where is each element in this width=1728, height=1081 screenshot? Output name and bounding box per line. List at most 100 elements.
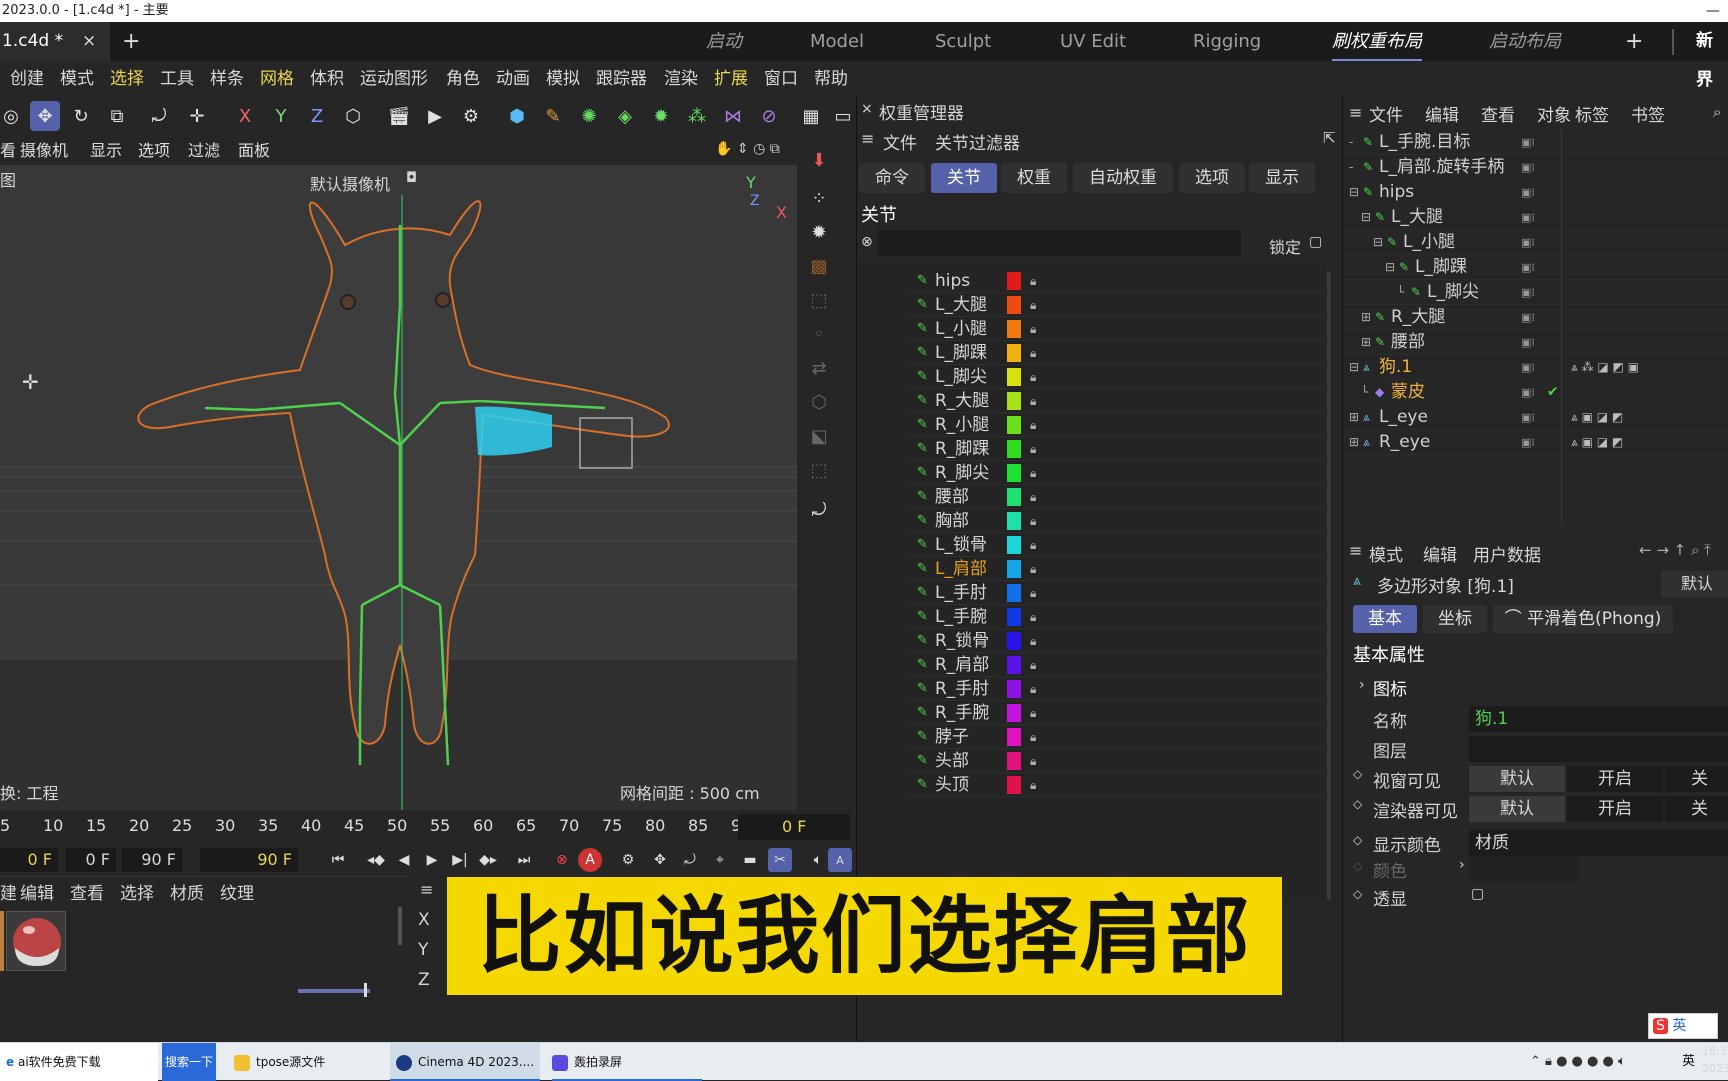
visibility-dots-icon[interactable]: ▣⁞: [1521, 130, 1535, 155]
viewport-visible-off[interactable]: 关: [1665, 766, 1728, 792]
thumbnail-size-slider[interactable]: [298, 989, 370, 993]
visibility-dots-icon[interactable]: ▣⁞: [1521, 355, 1535, 380]
joint-row[interactable]: ✎ R_锁骨 🔒︎: [857, 629, 1322, 653]
viewport-menu-item-5[interactable]: 面板: [238, 137, 270, 165]
y-axis-lock-icon[interactable]: Y: [266, 101, 296, 131]
viewport-menu-item-0[interactable]: 看: [0, 137, 16, 165]
menu-item-13[interactable]: 扩展: [714, 61, 748, 97]
joint-row[interactable]: ✎ 胸部 🔒︎: [857, 509, 1322, 533]
menu-icon[interactable]: ≡: [1349, 103, 1362, 122]
lock-icon[interactable]: 🔒︎: [1030, 749, 1036, 773]
menu-item-7[interactable]: 运动图形: [360, 61, 428, 97]
object-menu-item-0[interactable]: 文件: [1369, 101, 1403, 126]
quantize-icon[interactable]: ⬚: [804, 455, 834, 485]
tag-icon[interactable]: ⊘: [754, 101, 784, 131]
tab-3[interactable]: 自动权重: [1073, 163, 1173, 193]
polygon-mode-icon[interactable]: ◦: [804, 319, 834, 349]
object-row[interactable]: ⊞ ✎ R_大腿 ▣⁞: [1343, 305, 1728, 330]
ime-indicator[interactable]: S 英: [1648, 1013, 1718, 1039]
visibility-dots-icon[interactable]: ▣⁞: [1521, 330, 1535, 355]
material-menu-item-0[interactable]: 建: [0, 879, 17, 904]
add-document-icon[interactable]: +: [122, 22, 140, 61]
menu-item-12[interactable]: 渲染: [664, 61, 698, 97]
material-thumbnail[interactable]: [6, 911, 66, 971]
material-menu-item-4[interactable]: 材质: [170, 879, 204, 904]
move-gizmo-icon[interactable]: ✛: [22, 370, 39, 394]
render-visible-on[interactable]: 开启: [1567, 796, 1663, 822]
document-tab[interactable]: 1.c4d * ×: [0, 22, 110, 61]
camera-icon[interactable]: ◘: [406, 170, 417, 186]
object-row[interactable]: └ ◆ 蒙皮 ▣⁞ ✔: [1343, 380, 1728, 405]
generator-icon[interactable]: ✺: [574, 101, 604, 131]
auto-key-icon[interactable]: A: [578, 848, 602, 872]
object-row[interactable]: ‑ ✎ L_手腕.目标 ▣⁞: [1343, 130, 1728, 155]
lock-icon[interactable]: 🔒︎: [1030, 389, 1036, 413]
display-color-dropdown[interactable]: 材质: [1469, 830, 1728, 856]
tree-toggle-icon[interactable]: ⊞: [1349, 405, 1359, 430]
menu-item-6[interactable]: 体积: [310, 61, 344, 97]
keyframe-dot-icon[interactable]: ◇: [1353, 887, 1362, 901]
viewport-menu-item-2[interactable]: 显示: [90, 137, 122, 165]
visibility-dots-icon[interactable]: ▣⁞: [1521, 380, 1535, 405]
taskbar-explorer[interactable]: tpose源文件: [234, 1043, 384, 1081]
tree-toggle-icon[interactable]: ⊞: [1361, 330, 1371, 355]
lock-checkbox[interactable]: ▢: [1309, 234, 1322, 250]
grid-icon[interactable]: ▦: [796, 101, 826, 131]
layout-tab-0[interactable]: 启动: [706, 22, 742, 61]
lock-icon[interactable]: 🔒︎: [1030, 293, 1036, 317]
timeline-ruler[interactable]: 5101520253035404550556065707580859( 0 F: [0, 810, 856, 846]
object-row[interactable]: ⊟ ✎ L_脚踝 ▣⁞: [1343, 255, 1728, 280]
menu-item-0[interactable]: 创建: [10, 61, 44, 97]
lock-icon[interactable]: 🔒︎: [1030, 653, 1036, 677]
joint-row[interactable]: ✎ R_肩部 🔒︎: [857, 653, 1322, 677]
joint-row[interactable]: ✎ L_手腕 🔒︎: [857, 605, 1322, 629]
keyframe-dot-icon[interactable]: ◇: [1353, 797, 1362, 811]
tree-toggle-icon[interactable]: ‑: [1349, 130, 1353, 155]
tree-toggle-icon[interactable]: ⊟: [1349, 355, 1359, 380]
visibility-dots-icon[interactable]: ▣⁞: [1521, 230, 1535, 255]
tree-toggle-icon[interactable]: ⊟: [1361, 205, 1371, 230]
joint-row[interactable]: ✎ R_脚踝 🔒︎: [857, 437, 1322, 461]
material-menu-item-5[interactable]: 纹理: [220, 879, 254, 904]
visibility-dots-icon[interactable]: ▣⁞: [1521, 155, 1535, 180]
lock-icon[interactable]: 🔒︎: [1030, 629, 1036, 653]
attr-tab-0[interactable]: 基本: [1353, 605, 1417, 633]
clock-time[interactable]: 16:32: [1702, 1045, 1728, 1058]
lock-icon[interactable]: 🔒︎: [1030, 557, 1036, 581]
nav-arrows-icon[interactable]: ← → ↑ ⌕ ⤒: [1639, 541, 1711, 559]
record-icon[interactable]: ⊗: [550, 848, 574, 872]
lock-icon[interactable]: 🔒︎: [1030, 461, 1036, 485]
sound-icon[interactable]: 🔈︎: [806, 848, 830, 872]
cloner-icon[interactable]: ⁂: [682, 101, 712, 131]
snap-icon[interactable]: ⬕: [804, 421, 834, 451]
3d-viewport[interactable]: 图 默认摄像机 ◘ Y Z X ✛ 换: 工程 网格间距 : 500 cm: [0, 165, 797, 810]
lock-icon[interactable]: 🔒︎: [1030, 677, 1036, 701]
tree-toggle-icon[interactable]: ⊟: [1349, 180, 1359, 205]
tree-toggle-icon[interactable]: └: [1361, 380, 1368, 405]
joint-row[interactable]: ✎ R_脚尖 🔒︎: [857, 461, 1322, 485]
tab-2[interactable]: 权重: [1001, 163, 1067, 193]
attr-menu-item-1[interactable]: 编辑: [1423, 541, 1457, 566]
prev-key-icon[interactable]: ◂◆: [364, 848, 388, 872]
viewport-visible-default[interactable]: 默认: [1469, 766, 1565, 792]
object-menu-item-3[interactable]: 对象: [1537, 101, 1571, 126]
scrollbar[interactable]: [398, 907, 402, 945]
joint-row[interactable]: ✎ L_手肘 🔒︎: [857, 581, 1322, 605]
lock-icon[interactable]: 🔒︎: [1030, 533, 1036, 557]
x-axis-lock-icon[interactable]: X: [230, 101, 260, 131]
cube-icon[interactable]: ⬢: [502, 101, 532, 131]
menu-item-1[interactable]: 模式: [60, 61, 94, 97]
slider-handle[interactable]: [364, 983, 367, 997]
joint-row[interactable]: ✎ hips 🔒︎: [857, 269, 1322, 293]
joint-row[interactable]: ✎ R_手肘 🔒︎: [857, 677, 1322, 701]
edge-mode-icon[interactable]: ⬚: [804, 285, 834, 315]
visibility-dots-icon[interactable]: ▣⁞: [1521, 205, 1535, 230]
render-settings-icon[interactable]: ⚙: [456, 101, 486, 131]
object-menu-item-5[interactable]: 书签: [1631, 101, 1665, 126]
clear-search-icon[interactable]: ⊗: [861, 234, 873, 250]
joint-row[interactable]: ✎ 腰部 🔒︎: [857, 485, 1322, 509]
solo-icon[interactable]: ⇄: [804, 353, 834, 383]
next-key-icon[interactable]: ◆▸: [476, 848, 500, 872]
scale-tool-icon[interactable]: ⧉: [102, 101, 132, 131]
name-field[interactable]: 狗.1: [1469, 706, 1728, 732]
